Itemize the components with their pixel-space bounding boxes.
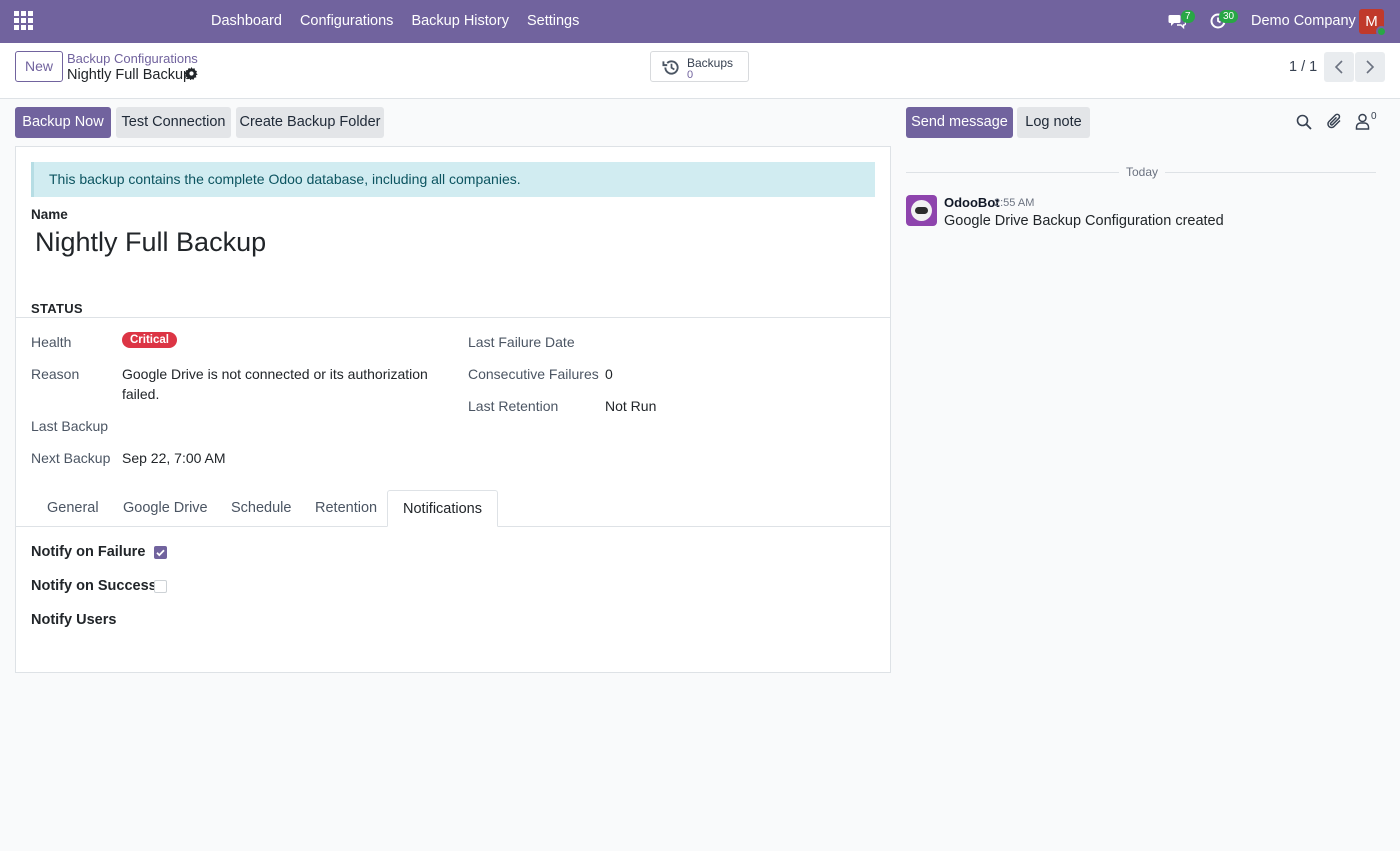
tab-retention[interactable]: Retention — [300, 490, 392, 527]
last-retention-label: Last Retention — [468, 398, 559, 414]
next-backup-label: Next Backup — [31, 450, 111, 466]
next-backup-value: Sep 22, 7:00 AM — [122, 450, 226, 466]
log-note-button[interactable]: Log note — [1017, 107, 1090, 138]
messages-count-badge: 7 — [1181, 10, 1195, 23]
gear-icon[interactable] — [185, 67, 198, 80]
last-retention-value: Not Run — [605, 398, 657, 414]
chevron-left-icon — [1334, 60, 1343, 74]
main-menu: Dashboard Configurations Backup History … — [202, 0, 588, 43]
tab-google-drive[interactable]: Google Drive — [108, 490, 223, 527]
tab-notifications[interactable]: Notifications — [387, 490, 498, 527]
name-field[interactable]: Nightly Full Backup — [35, 227, 266, 258]
avatar-initial: M — [1365, 13, 1378, 30]
app-grid-icon[interactable] — [14, 11, 36, 33]
followers-icon[interactable] — [1355, 113, 1370, 130]
pager-next-button[interactable] — [1355, 52, 1385, 82]
form-sheet: This backup contains the complete Odoo d… — [15, 146, 891, 673]
notify-on-failure-checkbox[interactable] — [154, 546, 167, 559]
last-failure-date-label: Last Failure Date — [468, 334, 575, 350]
message-timestamp: 2:55 AM — [994, 197, 1035, 209]
checkmark-icon — [156, 549, 165, 557]
health-status-badge: Critical — [122, 332, 177, 348]
chevron-right-icon — [1366, 60, 1375, 74]
menu-settings[interactable]: Settings — [518, 0, 588, 43]
info-alert: This backup contains the complete Odoo d… — [31, 162, 875, 197]
test-connection-button[interactable]: Test Connection — [116, 107, 231, 138]
history-icon — [662, 60, 679, 75]
pager-value[interactable]: 1 / 1 — [1289, 59, 1317, 75]
last-backup-label: Last Backup — [31, 418, 109, 434]
section-divider — [16, 317, 890, 318]
consecutive-failures-value: 0 — [605, 366, 613, 382]
smart-button-label: Backups — [687, 56, 734, 70]
user-avatar[interactable]: M — [1359, 9, 1387, 37]
company-switcher[interactable]: Demo Company — [1251, 0, 1356, 43]
bot-visor — [915, 207, 928, 214]
control-panel: New Backup Configurations Nightly Full B… — [0, 43, 1400, 99]
create-backup-folder-button[interactable]: Create Backup Folder — [236, 107, 384, 138]
top-navbar: Dashboard Configurations Backup History … — [0, 0, 1400, 43]
consecutive-failures-label: Consecutive Failures — [468, 366, 599, 382]
online-status-dot — [1376, 26, 1387, 37]
notify-on-success-checkbox[interactable] — [154, 580, 167, 593]
reason-label: Reason — [31, 366, 80, 382]
paperclip-icon[interactable] — [1326, 113, 1343, 130]
menu-backup-history[interactable]: Backup History — [402, 0, 518, 43]
breadcrumb-backup-configurations[interactable]: Backup Configurations — [67, 51, 198, 66]
activities-count-badge: 30 — [1219, 10, 1239, 23]
notify-users-label: Notify Users — [31, 612, 117, 628]
send-message-button[interactable]: Send message — [906, 107, 1013, 138]
new-button[interactable]: New — [15, 51, 63, 82]
followers-count: 0 — [1371, 111, 1377, 122]
status-section-title: STATUS — [31, 301, 83, 316]
smart-button-count: 0 — [687, 69, 694, 81]
odoobot-avatar[interactable] — [906, 195, 937, 226]
notify-on-failure-label: Notify on Failure — [31, 544, 146, 560]
notify-on-success-label: Notify on Success — [31, 578, 157, 594]
menu-dashboard[interactable]: Dashboard — [202, 0, 291, 43]
name-label: Name — [31, 207, 68, 222]
reason-value-line2: failed. — [122, 386, 160, 402]
breadcrumb-current-record: Nightly Full Backup — [67, 67, 192, 83]
tab-general[interactable]: General — [32, 490, 114, 527]
reason-value-line1: Google Drive is not connected or its aut… — [122, 366, 428, 382]
notebook-tabs: General Google Drive Schedule Retention … — [16, 490, 890, 527]
tab-schedule[interactable]: Schedule — [216, 490, 306, 527]
pager-previous-button[interactable] — [1324, 52, 1354, 82]
date-separator-label: Today — [1119, 165, 1166, 179]
message-body: Google Drive Backup Configuration create… — [944, 213, 1224, 229]
backup-now-button[interactable]: Backup Now — [15, 107, 111, 138]
search-icon[interactable] — [1296, 114, 1312, 130]
message-author[interactable]: OdooBot — [944, 195, 1000, 210]
menu-configurations[interactable]: Configurations — [291, 0, 403, 43]
backups-smart-button[interactable]: Backups 0 — [650, 51, 749, 82]
health-label: Health — [31, 334, 72, 350]
